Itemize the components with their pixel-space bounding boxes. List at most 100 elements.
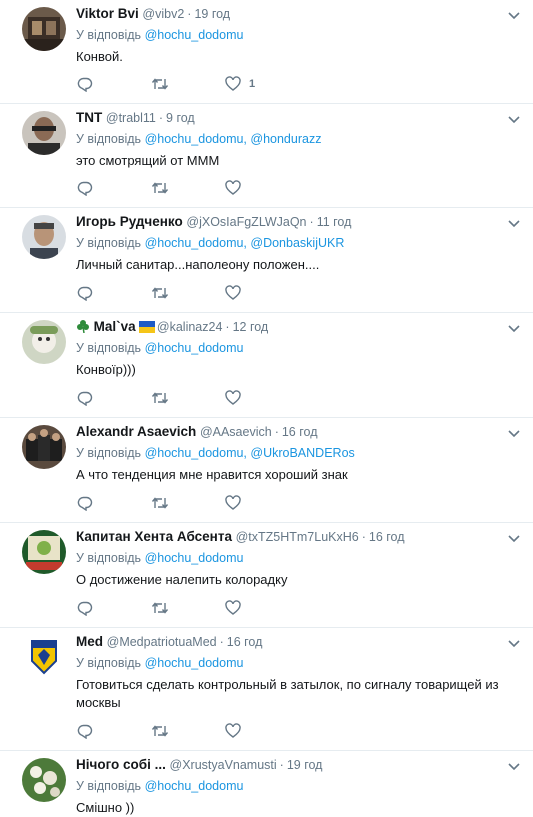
- mention-link[interactable]: @hochu_dodomu: [145, 656, 244, 670]
- tweet-text: Личный санитар...наполеону положен....: [76, 257, 320, 272]
- avatar[interactable]: [22, 320, 66, 364]
- separator-dot: ·: [225, 320, 230, 334]
- tweet[interactable]: Viktor Bvi @vibv2 · 19 год У відповідь @ho…: [0, 0, 533, 104]
- heart-icon[interactable]: [225, 285, 241, 301]
- avatar[interactable]: [22, 530, 66, 574]
- author-name[interactable]: Viktor Bvi: [76, 6, 139, 21]
- avatar[interactable]: [22, 758, 66, 802]
- timestamp[interactable]: 19 год: [194, 7, 230, 21]
- author-name[interactable]: Капитан Хента Абсента: [76, 529, 232, 544]
- mention-link[interactable]: @hochu_dodomu: [145, 779, 244, 793]
- timestamp[interactable]: 16 год: [369, 530, 405, 544]
- timestamp[interactable]: 16 год: [227, 635, 263, 649]
- reply-context: У відповідь @hochu_dodomu: [76, 340, 503, 356]
- tweet-text: А что тенденция мне нравится хороший зна…: [76, 467, 348, 482]
- reply-icon[interactable]: [77, 285, 93, 301]
- retweet-icon[interactable]: [151, 76, 169, 92]
- retweet-icon[interactable]: [151, 390, 169, 406]
- ukraine-flag-icon: [139, 320, 156, 334]
- heart-icon[interactable]: [225, 723, 241, 739]
- reply-prefix: У відповідь: [76, 341, 142, 355]
- mention-link[interactable]: @hochu_dodomu: [145, 28, 244, 42]
- heart-icon[interactable]: [225, 76, 241, 92]
- author-name[interactable]: TNT: [76, 110, 102, 125]
- chevron-down-icon[interactable]: [507, 636, 521, 650]
- mention-link[interactable]: @hochu_dodomu,: [145, 236, 247, 250]
- heart-icon[interactable]: [225, 390, 241, 406]
- author-handle[interactable]: @jXOsIaFgZLWJaQn: [186, 215, 306, 229]
- chevron-down-icon[interactable]: [507, 8, 521, 22]
- chevron-down-icon[interactable]: [507, 531, 521, 545]
- chevron-down-icon[interactable]: [507, 759, 521, 773]
- tweet-actions: [77, 390, 299, 406]
- tweet[interactable]: Нічого собі ... @XrustyaVnamusti · 19 год …: [0, 751, 533, 815]
- timestamp[interactable]: 16 год: [282, 425, 318, 439]
- mention-link[interactable]: @UkroBANDERos: [250, 446, 354, 460]
- timestamp[interactable]: 11 год: [317, 215, 352, 229]
- reply-context: У відповідь @hochu_dodomu: [76, 655, 503, 671]
- avatar[interactable]: [22, 425, 66, 469]
- reply-icon[interactable]: [77, 495, 93, 511]
- mention-link[interactable]: @DonbaskijUKR: [250, 236, 344, 250]
- author-name[interactable]: Med: [76, 634, 103, 649]
- reply-icon[interactable]: [77, 76, 93, 92]
- heart-icon[interactable]: [225, 180, 241, 196]
- chevron-down-icon[interactable]: [507, 112, 521, 126]
- heart-icon[interactable]: [225, 495, 241, 511]
- mention-link[interactable]: @hochu_dodomu,: [145, 132, 247, 146]
- author-handle[interactable]: @trabl11: [106, 111, 156, 125]
- author-name[interactable]: Mal`va: [94, 319, 136, 334]
- reply-prefix: У відповідь: [76, 446, 142, 460]
- avatar[interactable]: [22, 7, 66, 51]
- reply-prefix: У відповідь: [76, 28, 142, 42]
- retweet-icon[interactable]: [151, 600, 169, 616]
- author-name[interactable]: Нічого собі ...: [76, 757, 166, 772]
- reply-context: У відповідь @hochu_dodomu, @DonbaskijUKR: [76, 235, 503, 251]
- tweet[interactable]: Капитан Хента Абсента @txTZ5HTm7LuKxH6 · 1…: [0, 523, 533, 628]
- mention-link[interactable]: @hochu_dodomu: [145, 551, 244, 565]
- retweet-icon[interactable]: [151, 285, 169, 301]
- reply-prefix: У відповідь: [76, 551, 142, 565]
- tweet[interactable]: Игорь Рудченко @jXOsIaFgZLWJaQn · 11 год У…: [0, 208, 533, 313]
- tweet-actions: [77, 285, 299, 301]
- author-handle[interactable]: @txTZ5HTm7LuKxH6: [236, 530, 359, 544]
- avatar[interactable]: [22, 635, 66, 679]
- author-handle[interactable]: @kalinaz24: [157, 320, 223, 334]
- reply-icon[interactable]: [77, 180, 93, 196]
- retweet-icon[interactable]: [151, 723, 169, 739]
- mention-link[interactable]: @hondurazz: [250, 132, 321, 146]
- reply-icon[interactable]: [77, 390, 93, 406]
- author-handle[interactable]: @AAsaevich: [200, 425, 272, 439]
- tweet-actions: [77, 495, 299, 511]
- separator-dot: ·: [274, 425, 279, 439]
- tweet[interactable]: Med @MedpatriotuaMed · 16 год У відповідь …: [0, 628, 533, 751]
- tweet-actions: [77, 600, 299, 616]
- timestamp[interactable]: 19 год: [287, 758, 323, 772]
- tweet-actions: 1: [77, 76, 299, 92]
- retweet-icon[interactable]: [151, 180, 169, 196]
- author-name[interactable]: Игорь Рудченко: [76, 214, 183, 229]
- tweet[interactable]: TNT @trabl11 · 9 год У відповідь @hochu_do…: [0, 104, 533, 208]
- reply-context: У відповідь @hochu_dodomu: [76, 778, 503, 794]
- reply-icon[interactable]: [77, 723, 93, 739]
- tweet-actions: [77, 180, 299, 196]
- timestamp[interactable]: 9 год: [166, 111, 195, 125]
- mention-link[interactable]: @hochu_dodomu: [145, 341, 244, 355]
- author-handle[interactable]: @XrustyaVnamusti: [170, 758, 277, 772]
- author-name[interactable]: Alexandr Asaevich: [76, 424, 196, 439]
- chevron-down-icon[interactable]: [507, 216, 521, 230]
- tweet-text: Конвоїр))): [76, 362, 136, 377]
- mention-link[interactable]: @hochu_dodomu,: [145, 446, 247, 460]
- retweet-icon[interactable]: [151, 495, 169, 511]
- author-handle[interactable]: @vibv2: [142, 7, 184, 21]
- heart-icon[interactable]: [225, 600, 241, 616]
- reply-icon[interactable]: [77, 600, 93, 616]
- avatar[interactable]: [22, 215, 66, 259]
- chevron-down-icon[interactable]: [507, 321, 521, 335]
- author-handle[interactable]: @MedpatriotuaMed: [107, 635, 217, 649]
- tweet[interactable]: Mal`va @kalinaz24 · 12 год У відповідь @ho…: [0, 313, 533, 418]
- tweet[interactable]: Alexandr Asaevich @AAsaevich · 16 год У ві…: [0, 418, 533, 523]
- chevron-down-icon[interactable]: [507, 426, 521, 440]
- avatar[interactable]: [22, 111, 66, 155]
- timestamp[interactable]: 12 год: [233, 320, 269, 334]
